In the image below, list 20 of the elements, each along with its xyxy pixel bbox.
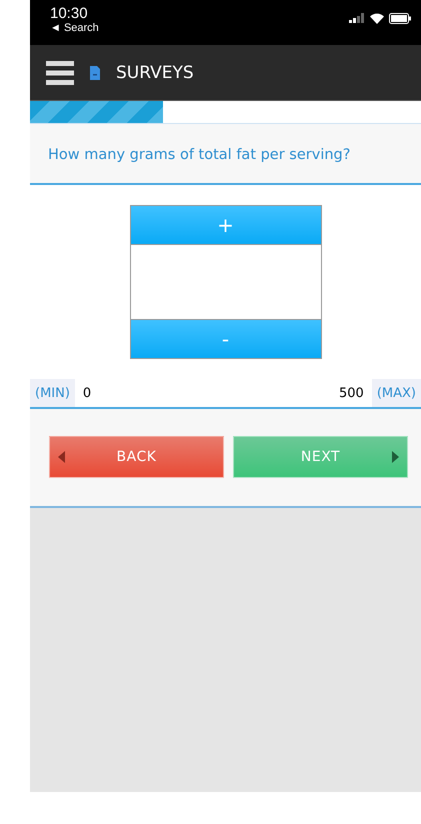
caret-icon xyxy=(392,451,399,463)
battery-icon xyxy=(389,12,411,24)
back-to-app-link[interactable]: ◄ Search xyxy=(50,22,99,34)
menu-icon[interactable] xyxy=(46,60,74,84)
screen-title: SURVEYS xyxy=(116,62,194,82)
decrement-button[interactable]: - xyxy=(130,319,322,359)
max-label: (MAX) xyxy=(372,379,421,407)
document-icon xyxy=(90,66,100,80)
signal-icon xyxy=(349,13,365,23)
min-value: 0 xyxy=(82,386,92,400)
caret-icon xyxy=(58,451,65,463)
question-text: How many grams of total fat per serving? xyxy=(48,147,350,163)
status-time: 10:30 xyxy=(50,5,89,22)
next-button[interactable]: NEXT xyxy=(233,436,408,478)
back-button[interactable]: BACK xyxy=(49,436,224,478)
min-label: (MIN) xyxy=(30,379,75,407)
wifi-icon xyxy=(370,12,384,24)
max-value: 500 xyxy=(338,386,365,400)
number-input[interactable] xyxy=(130,245,322,319)
increment-button[interactable]: + xyxy=(130,205,322,245)
